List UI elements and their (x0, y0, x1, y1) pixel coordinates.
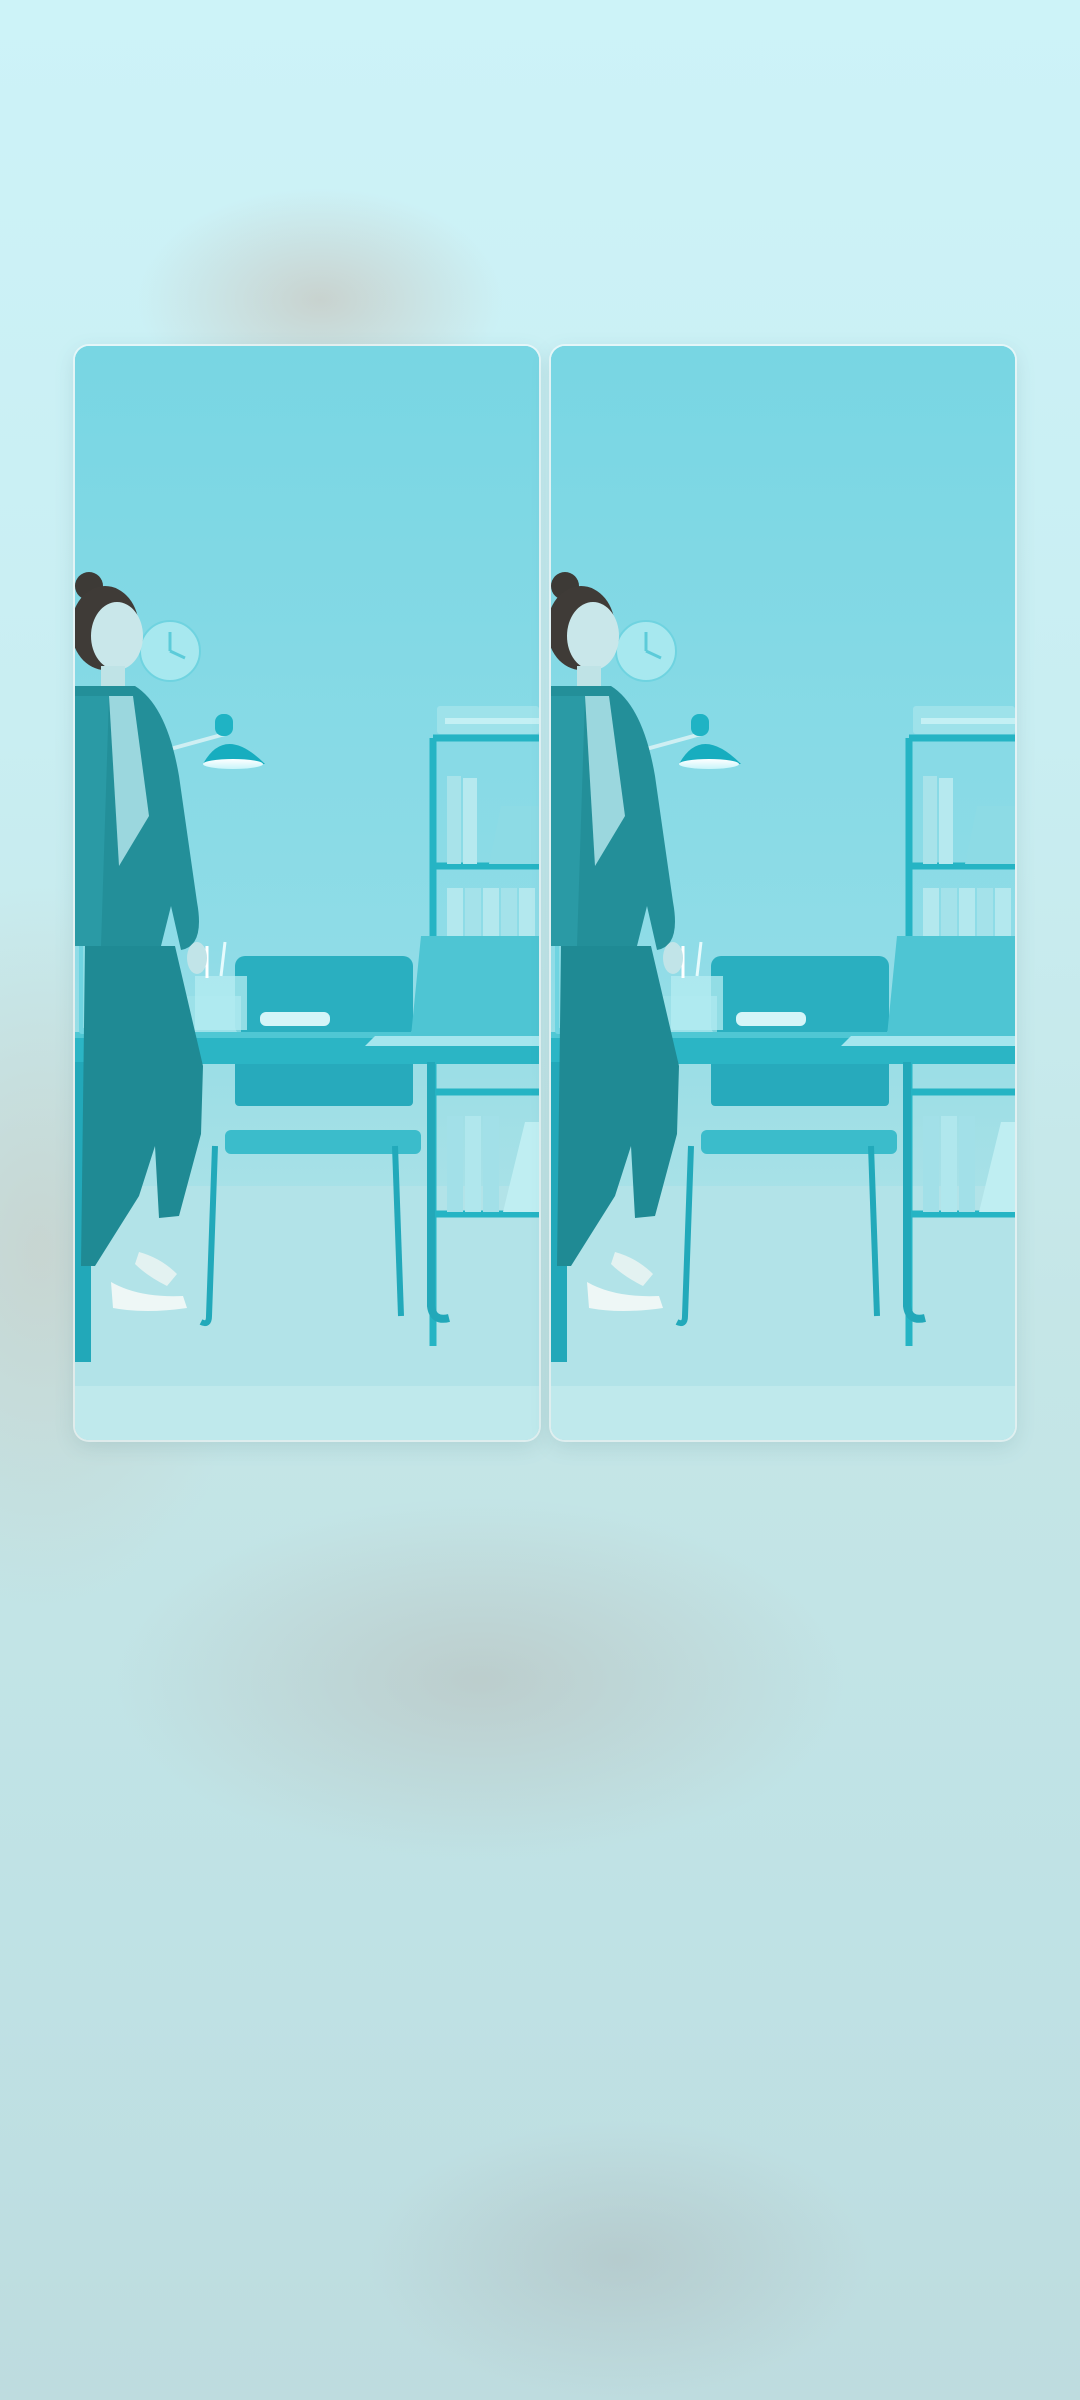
split-pane-left[interactable] (75, 346, 539, 1440)
office-scene-image (75, 346, 539, 1440)
split-pane-right[interactable] (551, 346, 1015, 1440)
office-scene-image (551, 346, 1015, 1440)
